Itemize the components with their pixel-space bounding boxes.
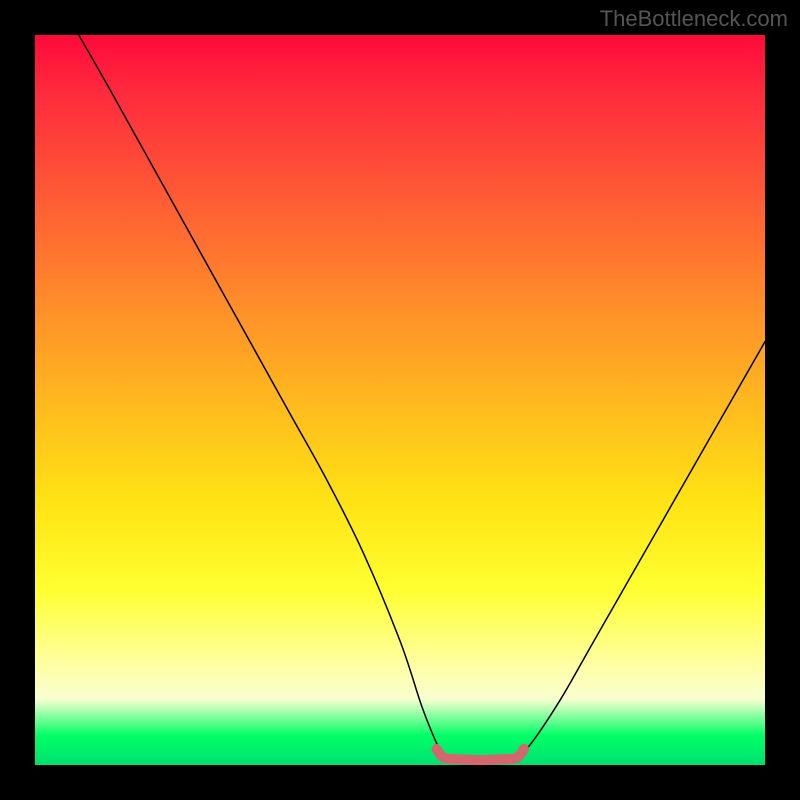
bottom-thick: [437, 749, 525, 760]
plot-area: [35, 35, 765, 765]
curves-svg: [35, 35, 765, 765]
right-curve: [517, 342, 765, 758]
left-curve: [79, 35, 444, 758]
watermark-text: TheBottleneck.com: [600, 6, 788, 32]
